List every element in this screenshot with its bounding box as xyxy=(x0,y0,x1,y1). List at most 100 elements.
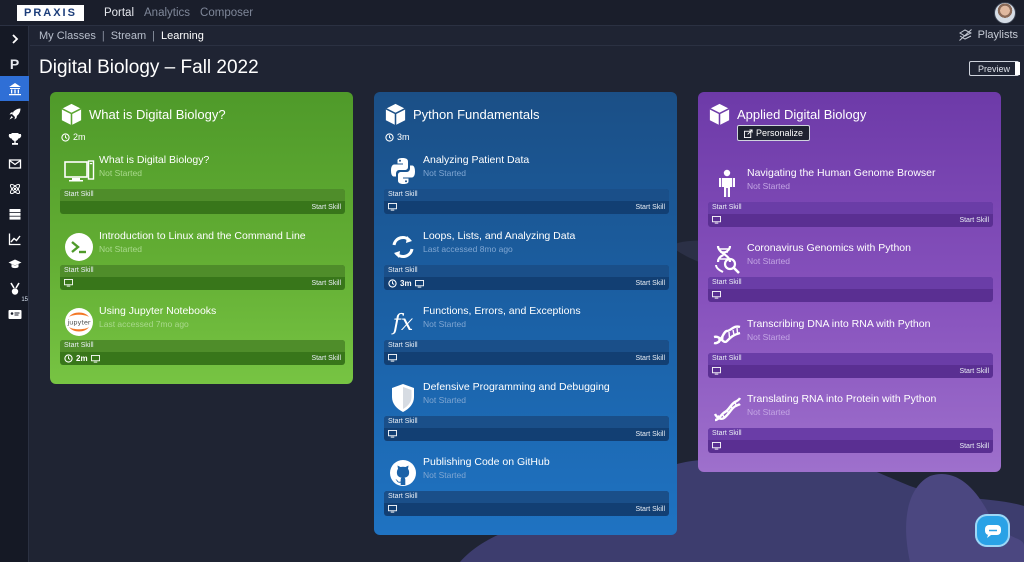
skill-status: Last accessed 7mo ago xyxy=(99,319,189,329)
start-skill-button[interactable]: Start Skill xyxy=(959,443,989,450)
start-skill-label[interactable]: Start Skill xyxy=(64,267,94,274)
sidebar-item-courses[interactable] xyxy=(0,251,29,276)
sidebar-item-institution[interactable] xyxy=(0,76,29,101)
start-skill-button[interactable]: Start Skill xyxy=(959,217,989,224)
breadcrumb-separator: | xyxy=(152,29,156,42)
start-skill-bar[interactable]: Start Skill Start Skill xyxy=(708,202,993,227)
start-skill-button[interactable]: Start Skill xyxy=(959,368,989,375)
start-skill-label[interactable]: Start Skill xyxy=(712,430,742,437)
playlists-button[interactable]: Playlists xyxy=(958,29,1018,41)
skill-item[interactable]: Translating RNA into Protein with Python… xyxy=(706,389,993,457)
start-skill-button[interactable]: Start Skill xyxy=(635,280,665,287)
skill-item[interactable]: Transcribing DNA into RNA with Python No… xyxy=(706,314,993,382)
start-skill-bar[interactable]: Start Skill Start Skill xyxy=(384,340,669,365)
nav-analytics[interactable]: Analytics xyxy=(144,7,190,19)
start-skill-button[interactable]: Start Skill xyxy=(635,204,665,211)
start-skill-button[interactable]: Start Skill xyxy=(635,431,665,438)
start-skill-button[interactable]: Start Skill xyxy=(635,355,665,362)
skill-title: Defensive Programming and Debugging xyxy=(423,381,610,393)
start-skill-label[interactable]: Start Skill xyxy=(712,279,742,286)
skill-item[interactable]: Coronavirus Genomics with Python Not Sta… xyxy=(706,238,993,306)
user-avatar[interactable] xyxy=(994,2,1016,24)
sidebar-item-atom[interactable] xyxy=(0,176,29,201)
start-skill-button[interactable]: Start Skill xyxy=(311,280,341,287)
skill-item[interactable]: Analyzing Patient Data Not Started Start… xyxy=(382,150,669,218)
breadcrumb-learning: Learning xyxy=(161,29,204,42)
skill-item[interactable]: Introduction to Linux and the Command Li… xyxy=(58,226,345,294)
breadcrumb-stream[interactable]: Stream xyxy=(111,30,146,42)
skill-bar-top xyxy=(708,202,993,214)
breadcrumb-my-classes[interactable]: My Classes xyxy=(39,30,96,42)
start-skill-label[interactable]: Start Skill xyxy=(712,204,742,211)
sidebar-item-p[interactable]: P xyxy=(0,51,29,76)
sidebar-item-rocket[interactable] xyxy=(0,101,29,126)
start-skill-label[interactable]: Start Skill xyxy=(388,191,418,198)
start-skill-bar[interactable]: Start Skill Start Skill xyxy=(384,189,669,214)
skill-item[interactable]: Defensive Programming and Debugging Not … xyxy=(382,377,669,445)
start-skill-bar[interactable]: Start Skill Start Skill xyxy=(708,353,993,378)
start-skill-bar[interactable]: Start Skill 2m Start Skill xyxy=(60,340,345,365)
skill-meta: 3m xyxy=(388,279,424,288)
skill-item[interactable]: fx Functions, Errors, and Exceptions Not… xyxy=(382,301,669,369)
praxis-logo[interactable]: PRAXIS xyxy=(17,4,84,21)
skill-bar-top xyxy=(708,353,993,365)
skill-meta xyxy=(712,216,721,224)
skill-meta xyxy=(388,203,397,211)
skill-status: Not Started xyxy=(99,168,142,178)
skill-item[interactable]: Loops, Lists, and Analyzing Data Last ac… xyxy=(382,226,669,294)
loop-arrows-icon xyxy=(392,236,414,258)
skill-status: Last accessed 8mo ago xyxy=(423,244,513,254)
skill-item[interactable]: Publishing Code on GitHub Not Started St… xyxy=(382,452,669,520)
skill-item[interactable]: What is Digital Biology? Not Started Sta… xyxy=(58,150,345,218)
start-skill-label[interactable]: Start Skill xyxy=(64,191,94,198)
sidebar-item-chart[interactable] xyxy=(0,226,29,251)
start-skill-bar[interactable]: Start Skill Start Skill xyxy=(384,416,669,441)
skill-title: Loops, Lists, and Analyzing Data xyxy=(423,230,576,242)
start-skill-label[interactable]: Start Skill xyxy=(388,418,418,425)
medal-icon xyxy=(9,282,20,295)
p-letter-icon: P xyxy=(9,55,20,72)
start-skill-label[interactable]: Start Skill xyxy=(64,342,94,349)
start-skill-label[interactable]: Start Skill xyxy=(388,493,418,500)
duration-text: 3m xyxy=(397,132,410,142)
start-skill-bar[interactable]: Start Skill Start Skill xyxy=(384,491,669,516)
playlist-card-what-is-digital-biology: What is Digital Biology? 2m What is Digi… xyxy=(50,92,353,384)
nav-portal[interactable]: Portal xyxy=(104,7,134,19)
sidebar-toggle[interactable] xyxy=(0,26,29,51)
card-title[interactable]: Python Fundamentals xyxy=(413,107,539,122)
shield-icon xyxy=(392,384,414,412)
skill-meta xyxy=(388,354,397,362)
start-skill-bar[interactable]: Start Skill Start Skill xyxy=(708,428,993,453)
monitor-icon xyxy=(712,291,721,299)
nav-composer[interactable]: Composer xyxy=(200,7,253,19)
skill-item[interactable]: jupyter Using Jupyter Notebooks Last acc… xyxy=(58,301,345,369)
start-skill-button[interactable]: Start Skill xyxy=(311,355,341,362)
python-icon xyxy=(391,158,415,184)
envelope-icon xyxy=(8,158,21,169)
sidebar-item-id-card[interactable]: 15 xyxy=(0,297,29,326)
skill-meta xyxy=(388,505,397,513)
start-skill-bar[interactable]: Start Skill Start Skill xyxy=(60,265,345,290)
start-skill-label[interactable]: Start Skill xyxy=(712,355,742,362)
card-title[interactable]: Applied Digital Biology xyxy=(737,107,866,122)
start-skill-button[interactable]: Start Skill xyxy=(311,204,341,211)
start-skill-bar[interactable]: Start Skill 3m Start Skill xyxy=(384,265,669,290)
start-skill-label[interactable]: Start Skill xyxy=(388,342,418,349)
page-title: Digital Biology – Fall 2022 xyxy=(39,57,259,78)
start-skill-bar[interactable]: Start Skill xyxy=(708,277,993,302)
personalize-button[interactable]: Personalize xyxy=(737,125,811,141)
preview-button[interactable]: Preview xyxy=(969,61,1020,76)
function-icon: fx xyxy=(391,311,414,336)
sidebar-item-mail[interactable] xyxy=(0,151,29,176)
start-skill-bar[interactable]: Start Skill Start Skill xyxy=(60,189,345,214)
skill-item[interactable]: Navigating the Human Genome Browser Not … xyxy=(706,163,993,231)
sidebar-item-server[interactable] xyxy=(0,201,29,226)
playlists-label: Playlists xyxy=(977,29,1018,41)
skill-meta: 2m xyxy=(64,354,100,363)
start-skill-label[interactable]: Start Skill xyxy=(388,267,418,274)
chat-button[interactable] xyxy=(975,514,1010,547)
sidebar-item-trophy[interactable] xyxy=(0,126,29,151)
start-skill-button[interactable]: Start Skill xyxy=(635,506,665,513)
skill-bar-top xyxy=(60,189,345,201)
card-title[interactable]: What is Digital Biology? xyxy=(89,107,226,122)
